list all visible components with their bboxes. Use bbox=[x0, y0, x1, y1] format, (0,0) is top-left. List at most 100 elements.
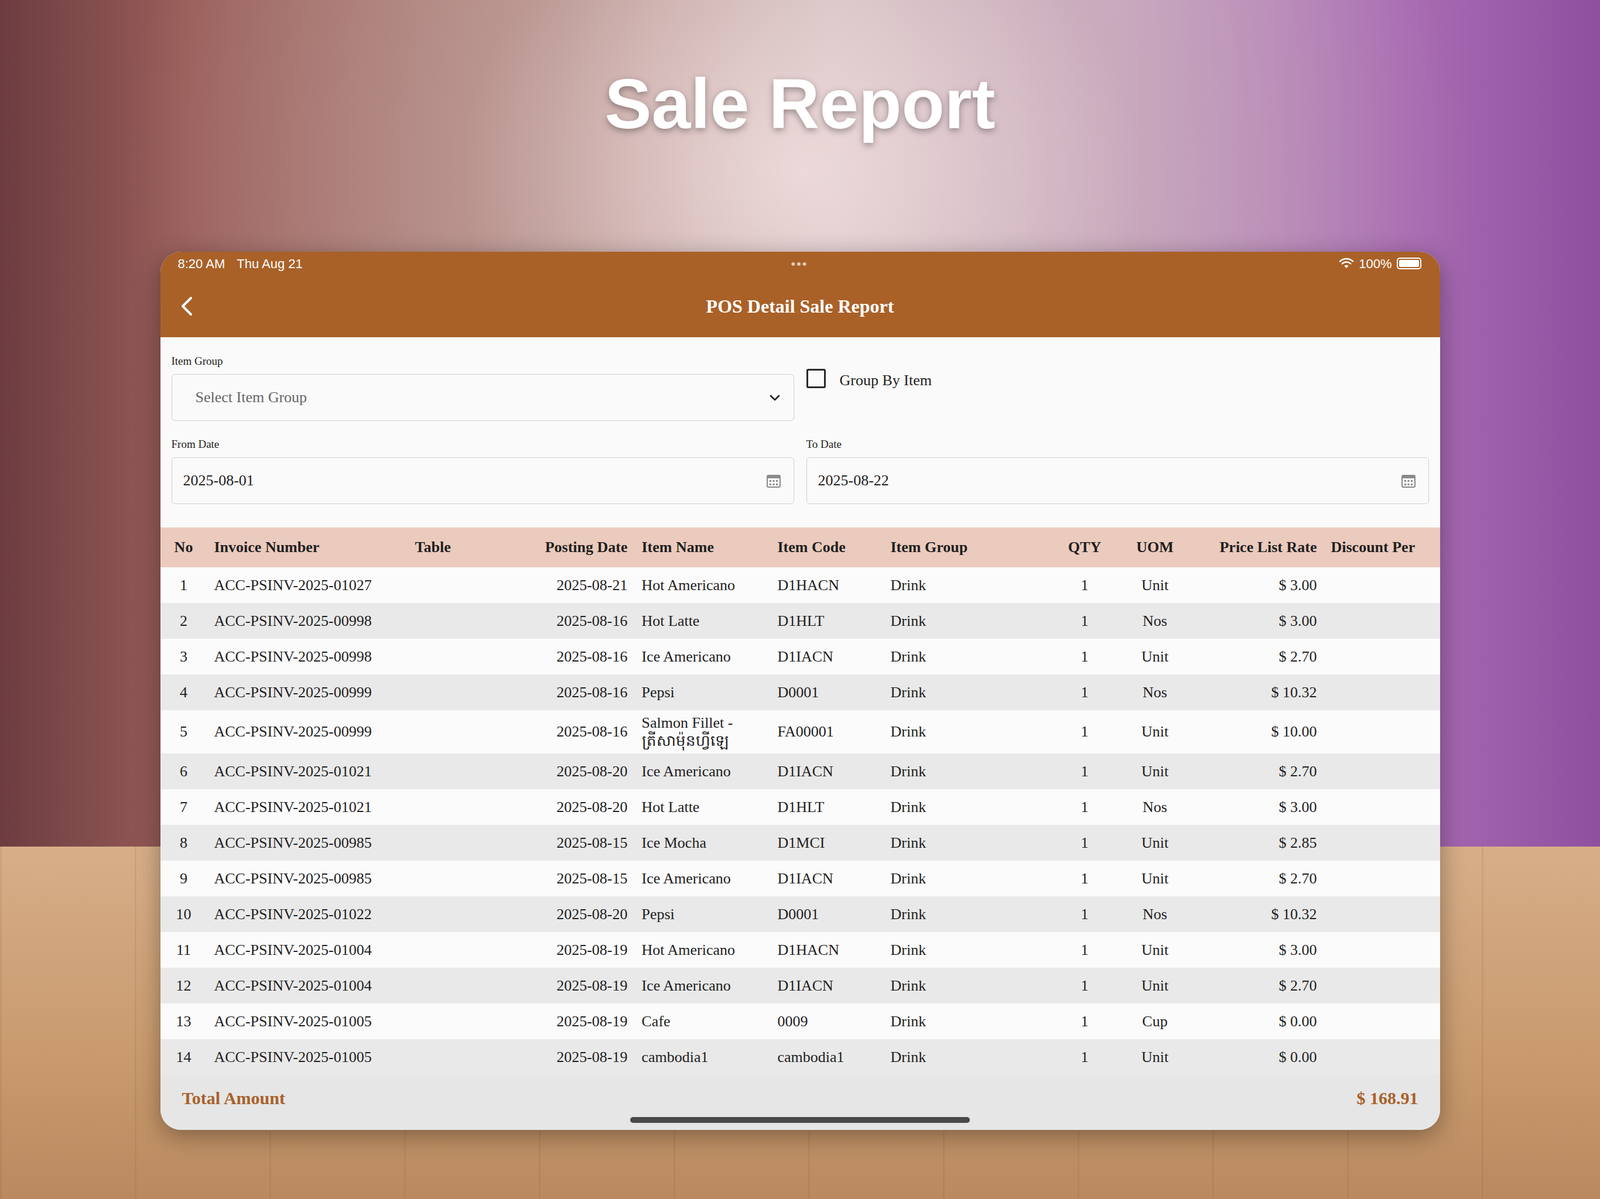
table-cell: cambodia1 bbox=[770, 1039, 884, 1076]
home-indicator bbox=[630, 1117, 970, 1124]
table-row[interactable]: 12ACC-PSINV-2025-010042025-08-19Ice Amer… bbox=[160, 968, 1441, 1004]
table-cell: 9 bbox=[160, 860, 208, 897]
table-cell: Unit bbox=[1118, 1039, 1192, 1076]
table-cell: 2025-08-20 bbox=[524, 753, 635, 790]
tablet-screen: 8:20 AM Thu Aug 21 ••• 100% POS Detai bbox=[160, 251, 1441, 1131]
table-cell: $ 3.00 bbox=[1191, 603, 1325, 639]
table-row[interactable]: 7ACC-PSINV-2025-010212025-08-20Hot Latte… bbox=[160, 789, 1441, 826]
table-cell: 13 bbox=[160, 1003, 208, 1040]
table-cell: D0001 bbox=[770, 896, 884, 933]
table-cell: 14 bbox=[160, 1039, 208, 1076]
calendar-icon[interactable] bbox=[765, 472, 782, 490]
group-by-item-option[interactable]: Group By Item bbox=[806, 354, 1429, 422]
table-row[interactable]: 1ACC-PSINV-2025-010272025-08-21Hot Ameri… bbox=[160, 567, 1441, 604]
table-row[interactable]: 3ACC-PSINV-2025-009982025-08-16Ice Ameri… bbox=[160, 638, 1441, 675]
battery-icon bbox=[1396, 257, 1422, 270]
table-cell bbox=[408, 753, 525, 790]
table-cell bbox=[1324, 710, 1441, 754]
table-cell: 2025-08-21 bbox=[524, 567, 635, 604]
nav-bar: POS Detail Sale Report bbox=[160, 275, 1441, 338]
table-cell: Nos bbox=[1118, 789, 1192, 826]
table-row[interactable]: 2ACC-PSINV-2025-009982025-08-16Hot Latte… bbox=[160, 603, 1441, 639]
table-row[interactable]: 14ACC-PSINV-2025-010052025-08-19cambodia… bbox=[160, 1039, 1441, 1076]
table-cell: 2025-08-20 bbox=[524, 896, 635, 933]
table-row[interactable]: 5ACC-PSINV-2025-009992025-08-16Salmon Fi… bbox=[160, 710, 1441, 754]
table-cell: ACC-PSINV-2025-01005 bbox=[207, 1039, 409, 1076]
table-cell: 2025-08-19 bbox=[524, 1003, 635, 1040]
table-cell: Ice Americano bbox=[634, 968, 771, 1004]
table-row[interactable]: 6ACC-PSINV-2025-01021 2025-08-20Ice Ameri… bbox=[160, 753, 1441, 790]
item-group-select[interactable]: Select Item Group bbox=[171, 374, 795, 422]
table-row[interactable]: 8ACC-PSINV-2025-009852025-08-15Ice Mocha… bbox=[160, 825, 1441, 861]
table-cell: Hot Latte bbox=[634, 603, 771, 639]
column-header: Item Group bbox=[883, 527, 1052, 568]
table-cell: ACC-PSINV-2025-00999 bbox=[207, 710, 409, 754]
battery-percent: 100% bbox=[1358, 254, 1392, 274]
from-date-input[interactable]: 2025-08-01 bbox=[171, 457, 795, 505]
total-amount: $ 168.91 bbox=[1356, 1085, 1419, 1112]
table-cell: Cup bbox=[1118, 1003, 1192, 1040]
table-cell: 0009 bbox=[770, 1003, 884, 1040]
table-cell bbox=[1324, 968, 1441, 1004]
table-cell: ACC-PSINV-2025-00999 bbox=[207, 674, 409, 711]
table-cell: 1 bbox=[1051, 603, 1119, 639]
table-cell: 1 bbox=[1051, 638, 1119, 675]
table-cell: Unit bbox=[1118, 753, 1192, 790]
table-cell: 1 bbox=[1051, 968, 1119, 1004]
table-cell: 1 bbox=[1051, 860, 1119, 897]
table-cell: 1 bbox=[1051, 710, 1119, 754]
group-by-item-label: Group By Item bbox=[839, 368, 932, 392]
calendar-icon[interactable] bbox=[1400, 472, 1417, 490]
table-cell: 1 bbox=[1051, 825, 1119, 861]
table-row[interactable]: 4ACC-PSINV-2025-009992025-08-16PepsiD000… bbox=[160, 674, 1441, 711]
report-table-area: NoInvoice NumberTablePosting DateItem Na… bbox=[160, 527, 1441, 1076]
table-row[interactable]: 9ACC-PSINV-2025-009852025-08-15Ice Ameri… bbox=[160, 860, 1441, 897]
table-cell: cambodia1 bbox=[634, 1039, 771, 1076]
table-row[interactable]: 13ACC-PSINV-2025-010052025-08-19Cafe0009… bbox=[160, 1003, 1441, 1040]
table-cell: D1IACN bbox=[770, 638, 884, 675]
table-cell: 2025-08-19 bbox=[524, 968, 635, 1004]
table-cell: Cafe bbox=[634, 1003, 771, 1040]
item-group-placeholder: Select Item Group bbox=[195, 385, 308, 409]
to-date-input[interactable]: 2025-08-22 bbox=[806, 457, 1429, 505]
group-by-item-checkbox[interactable] bbox=[806, 368, 826, 389]
table-cell: $ 0.00 bbox=[1191, 1003, 1325, 1040]
table-cell: Hot Americano bbox=[634, 932, 771, 969]
total-bar: Total Amount $ 168.91 bbox=[160, 1075, 1441, 1131]
table-cell: 1 bbox=[1051, 789, 1119, 826]
table-cell: Ice Americano bbox=[634, 638, 771, 675]
table-cell: Ice Americano bbox=[634, 860, 771, 897]
table-cell: ACC-PSINV-2025-01022 bbox=[207, 896, 409, 933]
table-cell: D1HACN bbox=[770, 567, 884, 604]
table-row[interactable]: 11ACC-PSINV-2025-010042025-08-19Hot Amer… bbox=[160, 932, 1441, 969]
table-cell: Ice Americano bbox=[634, 753, 771, 790]
table-cell: 2025-08-16 bbox=[524, 638, 635, 675]
table-cell: ACC-PSINV-2025-00985 bbox=[207, 860, 409, 897]
table-cell: Hot Americano bbox=[634, 567, 771, 604]
table-cell: Salmon Fillet - ត្រីសាម៉ុនហ្វីឡេ bbox=[634, 710, 771, 754]
table-cell: 4 bbox=[160, 674, 208, 711]
table-cell bbox=[408, 638, 525, 675]
table-cell: $ 3.00 bbox=[1191, 567, 1325, 604]
table-cell: $ 10.32 bbox=[1191, 896, 1325, 933]
multitask-dots[interactable]: ••• bbox=[790, 254, 808, 274]
table-cell: $ 10.32 bbox=[1191, 674, 1325, 711]
table-cell: 10 bbox=[160, 896, 208, 933]
table-cell: D1IACN bbox=[770, 860, 884, 897]
table-cell: Drink bbox=[883, 860, 1052, 897]
table-cell: D1MCI bbox=[770, 825, 884, 861]
table-cell: Drink bbox=[883, 638, 1052, 675]
table-cell: 6 bbox=[160, 753, 208, 790]
table-cell: Unit bbox=[1118, 638, 1192, 675]
back-icon[interactable] bbox=[178, 293, 198, 320]
status-bar: 8:20 AM Thu Aug 21 ••• 100% bbox=[160, 251, 1441, 276]
table-cell: D1HACN bbox=[770, 932, 884, 969]
table-cell bbox=[408, 1039, 525, 1076]
table-cell: 2 bbox=[160, 603, 208, 639]
chevron-down-icon bbox=[767, 390, 782, 405]
table-cell: ACC-PSINV-2025-00998 bbox=[207, 638, 409, 675]
table-row[interactable]: 10ACC-PSINV-2025-010222025-08-20PepsiD00… bbox=[160, 896, 1441, 933]
table-cell: ACC-PSINV-2025-01021 bbox=[207, 753, 409, 790]
table-cell: Drink bbox=[883, 968, 1052, 1004]
table-cell: Drink bbox=[883, 603, 1052, 639]
